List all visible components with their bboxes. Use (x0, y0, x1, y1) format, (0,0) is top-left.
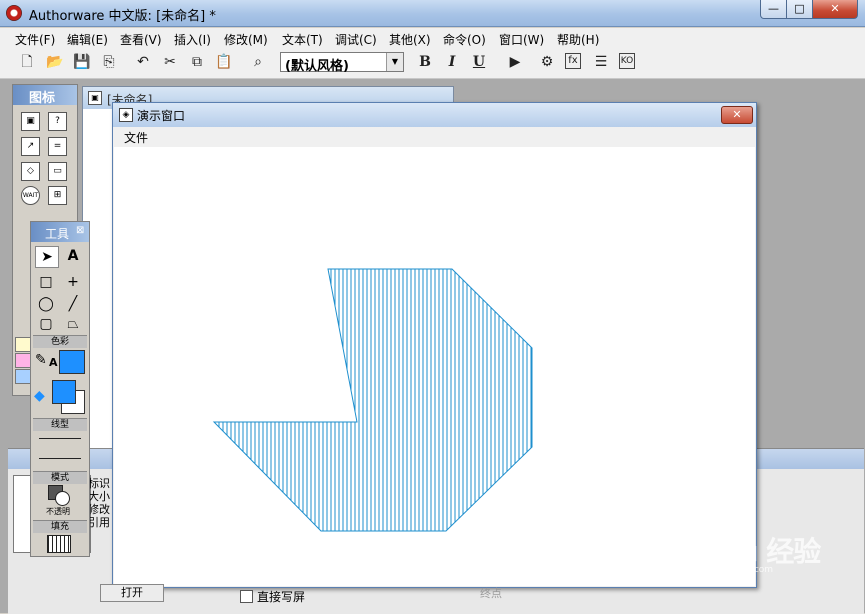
underline-button[interactable]: U (470, 53, 488, 71)
menu-edit[interactable]: 编辑(E) (67, 31, 108, 48)
italic-button[interactable]: I (443, 53, 461, 71)
control-panel-icon[interactable]: ⚙ (538, 53, 556, 71)
mode-value: 不透明 (46, 507, 70, 516)
stage-canvas (212, 268, 533, 532)
text-color-a: A (49, 356, 58, 369)
presentation-title-bar[interactable]: ◈ 演示窗口 ✕ (113, 103, 756, 127)
text-style-value: (默认风格) (285, 59, 349, 74)
restart-icon[interactable]: ▶ (506, 53, 524, 71)
open-folder-icon[interactable]: 📂 (46, 53, 64, 71)
menu-modify[interactable]: 修改(M) (224, 31, 268, 48)
fill-pattern-vertical[interactable] (47, 535, 71, 553)
color-swatch-blue[interactable] (15, 369, 31, 384)
menu-command[interactable]: 命令(O) (443, 31, 486, 48)
minimize-button[interactable]: — (760, 0, 787, 19)
menu-debug[interactable]: 调试(C) (335, 31, 377, 48)
window-title: Authorware 中文版: [未命名] * (29, 9, 216, 24)
maximize-button[interactable]: □ (786, 0, 813, 19)
save-icon[interactable]: 💾 (73, 53, 91, 71)
bold-button[interactable]: B (416, 53, 434, 71)
display-icon[interactable]: ▣ (21, 112, 40, 131)
color-swatch-pink[interactable] (15, 353, 31, 368)
cut-icon[interactable]: ✂ (161, 53, 179, 71)
navigate-icon[interactable]: ▭ (48, 162, 67, 181)
endpoint-label: 终点 (480, 587, 502, 600)
tools-close-icon[interactable]: ⊠ (76, 225, 84, 236)
presentation-window-icon: ◈ (119, 108, 133, 122)
mode-section-label: 模式 (33, 471, 87, 484)
polygon-shape[interactable] (212, 268, 533, 532)
framework-icon[interactable]: ⊞ (48, 186, 67, 205)
polygon-tool-icon[interactable]: ⏢ (62, 314, 84, 334)
rectangle-tool-icon[interactable]: □ (35, 272, 57, 292)
import-icon[interactable]: ⎘ (100, 53, 118, 71)
stroke-color-swatch[interactable] (59, 350, 85, 374)
direct-to-screen-label: 直接写屏 (257, 590, 306, 604)
decision-icon[interactable]: ? (48, 112, 67, 131)
line-style-arrow[interactable] (39, 458, 81, 459)
calculation-icon[interactable]: = (48, 137, 67, 156)
variables-icon[interactable]: ☰ (592, 53, 610, 71)
presentation-window: ◈ 演示窗口 ✕ 文件 (112, 102, 757, 588)
icon-palette-title: 图标 (29, 91, 56, 106)
erase-icon[interactable]: ◇ (21, 162, 40, 181)
color-swatch-yellow[interactable] (15, 337, 31, 352)
baidu-watermark: Bai du 经验 (664, 535, 821, 568)
close-button[interactable]: ✕ (812, 0, 858, 19)
crosshair-tool-icon[interactable]: + (62, 272, 84, 292)
menu-window[interactable]: 窗口(W) (499, 31, 544, 48)
color-section-label: 色彩 (33, 335, 87, 348)
text-style-select[interactable]: (默认风格) ▼ (280, 52, 404, 74)
wait-icon[interactable]: WAIT (21, 186, 40, 205)
copy-icon[interactable]: ⧉ (188, 53, 206, 71)
rounded-rect-tool-icon[interactable]: ▢ (35, 314, 57, 334)
new-file-icon[interactable]: 🗋 (18, 53, 36, 71)
text-tool-button[interactable]: A (62, 246, 84, 266)
pointer-tool-icon[interactable]: ➤ (35, 246, 59, 268)
fill-color-swatch[interactable] (52, 380, 76, 404)
oval-tool-icon[interactable]: ◯ (35, 294, 57, 314)
fill-section-label: 填充 (33, 520, 87, 533)
open-button[interactable]: 打开 (100, 584, 164, 602)
menu-help[interactable]: 帮助(H) (557, 31, 599, 48)
chevron-down-icon[interactable]: ▼ (386, 53, 403, 71)
presentation-close-button[interactable]: ✕ (721, 106, 753, 124)
menu-text[interactable]: 文本(T) (282, 31, 323, 48)
direct-to-screen-checkbox[interactable] (240, 590, 253, 603)
paste-icon[interactable]: 📋 (215, 53, 233, 71)
presentation-stage[interactable] (114, 147, 755, 586)
menu-bar: 文件(F) 编辑(E) 查看(V) 插入(I) 修改(M) 文本(T) 调试(C… (0, 28, 865, 48)
mode-opaque-circle[interactable] (55, 491, 70, 506)
tools-palette-title: 工具 (45, 227, 70, 241)
tools-palette: 工具 ⊠ ➤ A □ + ◯ ╱ ▢ ⏢ 色彩 ✎ A ◆ 线型 模式 不透明 … (30, 221, 90, 557)
tools-palette-header[interactable]: 工具 ⊠ (31, 222, 89, 242)
presentation-menu-bar: 文件 (113, 127, 756, 147)
presentation-title: 演示窗口 (137, 109, 186, 123)
function-icon[interactable]: fx (565, 53, 581, 69)
line-style-thin[interactable] (39, 438, 81, 439)
line-tool-icon[interactable]: ╱ (62, 294, 84, 314)
motion-icon[interactable]: ↗ (21, 137, 40, 156)
authorware-app-icon (6, 5, 22, 21)
find-icon[interactable]: ⌕ (249, 53, 267, 71)
flowline-window-icon: ▣ (88, 91, 102, 105)
line-section-label: 线型 (33, 418, 87, 431)
knowledge-object-icon[interactable]: KO (619, 53, 635, 69)
paint-bucket-icon[interactable]: ◆ (34, 388, 45, 404)
icon-palette-header[interactable]: 图标 (13, 85, 77, 106)
menu-file[interactable]: 文件(F) (15, 31, 55, 48)
pencil-icon[interactable]: ✎ (35, 352, 47, 368)
presentation-menu-file[interactable]: 文件 (124, 129, 148, 146)
menu-insert[interactable]: 插入(I) (174, 31, 211, 48)
menu-other[interactable]: 其他(X) (389, 31, 431, 48)
prop-label-reference: 引用 (88, 516, 110, 529)
menu-view[interactable]: 查看(V) (120, 31, 162, 48)
title-bar: Authorware 中文版: [未命名] * — □ ✕ (0, 0, 865, 27)
baidu-watermark-url: jingyan.baidu.com (690, 565, 774, 575)
undo-icon[interactable]: ↶ (134, 53, 152, 71)
